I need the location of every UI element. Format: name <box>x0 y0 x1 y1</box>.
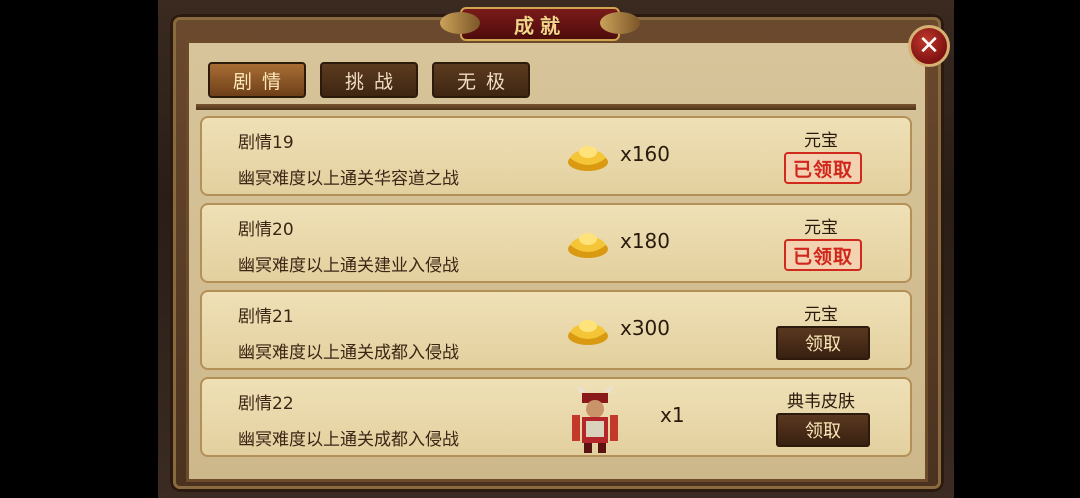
achievement-name: 剧情19 <box>238 133 294 153</box>
achievement-name: 剧情21 <box>238 307 294 327</box>
gold-ingot-icon <box>568 320 608 345</box>
achievement-row: 剧情20 幽冥难度以上通关建业入侵战 x180 元宝 已领取 <box>200 203 912 283</box>
window-title: 成就 <box>460 7 620 41</box>
reward-type-label: 元宝 <box>804 305 838 325</box>
reward-quantity: x180 <box>620 229 671 253</box>
achievement-row: 剧情19 幽冥难度以上通关华容道之战 x160 元宝 已领取 <box>200 116 912 196</box>
tab-wuji[interactable]: 无极 <box>432 62 530 98</box>
claim-button[interactable]: 领取 <box>776 326 870 360</box>
achievement-name: 剧情20 <box>238 220 294 240</box>
achievement-description: 幽冥难度以上通关华容道之战 <box>238 169 459 189</box>
reward-quantity: x160 <box>620 142 671 166</box>
achievement-name: 剧情22 <box>238 394 294 414</box>
close-button[interactable]: ✕ <box>908 25 950 67</box>
claim-button[interactable]: 领取 <box>776 413 870 447</box>
dragon-ornament-right-icon <box>600 12 640 34</box>
claimed-stamp: 已领取 <box>784 239 862 271</box>
close-icon: ✕ <box>918 31 940 61</box>
window-title-plate: 成就 <box>440 4 640 44</box>
achievement-description: 幽冥难度以上通关建业入侵战 <box>238 256 459 276</box>
reward-type-label: 元宝 <box>804 218 838 238</box>
tab-divider <box>196 104 916 110</box>
tab-story[interactable]: 剧情 <box>208 62 306 98</box>
achievement-row: 剧情22 幽冥难度以上通关成都入侵战 x1 典韦皮肤 领取 <box>200 377 912 457</box>
achievement-row: 剧情21 幽冥难度以上通关成都入侵战 x300 元宝 领取 <box>200 290 912 370</box>
achievement-description: 幽冥难度以上通关成都入侵战 <box>238 430 459 450</box>
reward-quantity: x1 <box>660 403 685 427</box>
reward-quantity: x300 <box>620 316 671 340</box>
reward-type-label: 典韦皮肤 <box>787 392 855 412</box>
reward-type-label: 元宝 <box>804 131 838 151</box>
achievement-description: 幽冥难度以上通关成都入侵战 <box>238 343 459 363</box>
tab-challenge[interactable]: 挑战 <box>320 62 418 98</box>
hero-skin-icon <box>572 385 618 453</box>
claimed-stamp: 已领取 <box>784 152 862 184</box>
gold-ingot-icon <box>568 146 608 171</box>
dragon-ornament-left-icon <box>440 12 480 34</box>
gold-ingot-icon <box>568 233 608 258</box>
